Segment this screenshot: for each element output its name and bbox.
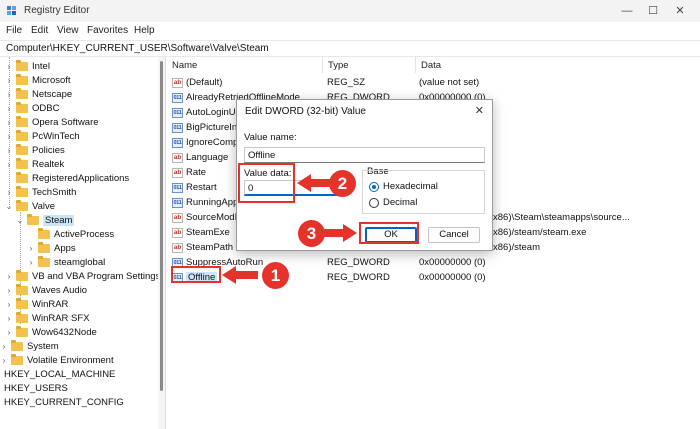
- step-badge-3: 3: [298, 220, 325, 247]
- step-badge-1: 1: [262, 262, 289, 289]
- arrow-3-icon: [324, 224, 357, 242]
- arrow-1-icon: [222, 266, 258, 284]
- annotation-arrows: [222, 174, 357, 284]
- arrow-2-icon: [297, 174, 330, 192]
- step-badge-2: 2: [329, 170, 356, 197]
